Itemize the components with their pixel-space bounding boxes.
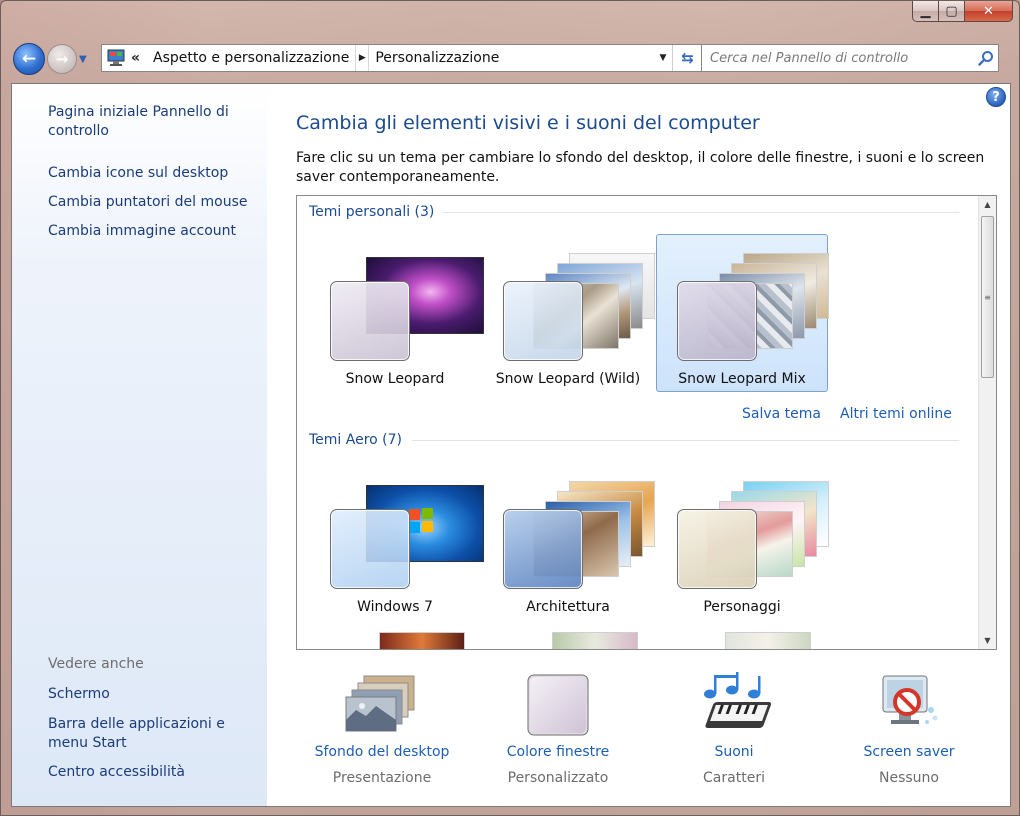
theme-snow-leopard[interactable]: Snow Leopard — [309, 234, 484, 392]
window-color-icon — [518, 670, 598, 740]
sidebar-link-account-picture[interactable]: Cambia immagine account — [48, 222, 258, 241]
option-value: Presentazione — [332, 770, 432, 786]
save-theme-link[interactable]: Salva tema — [742, 406, 821, 422]
back-button[interactable]: ← — [13, 43, 45, 75]
themes-scrollbar[interactable]: ▲ ≡ ▼ — [978, 196, 996, 649]
search-input[interactable] — [710, 46, 974, 70]
theme-thumbnail-peek — [379, 632, 465, 649]
sidebar-link-display[interactable]: Schermo — [48, 685, 258, 704]
sidebar-link-mouse-pointers[interactable]: Cambia puntatori del mouse — [48, 193, 258, 212]
scroll-up-arrow[interactable]: ▲ — [979, 196, 996, 213]
search-icon[interactable] — [974, 50, 998, 66]
theme-thumbnail — [326, 473, 484, 598]
theme-label: Snow Leopard (Wild) — [495, 371, 641, 387]
control-panel-icon — [105, 48, 129, 68]
windows-logo-icon — [409, 508, 433, 533]
group-header-label: Temi Aero (7) — [309, 432, 403, 448]
theme-thumbnail — [673, 473, 829, 598]
online-themes-link[interactable]: Altri temi online — [840, 406, 952, 422]
address-overflow-button[interactable]: « — [131, 50, 147, 66]
screen-saver-icon — [869, 670, 949, 740]
refresh-icon: ⇆ — [681, 49, 694, 67]
scroll-down-arrow[interactable]: ▼ — [979, 632, 996, 649]
theme-thumbnail — [326, 245, 484, 370]
theme-snow-leopard-wild[interactable]: Snow Leopard (Wild) — [482, 234, 655, 392]
theme-label: Architettura — [526, 599, 610, 615]
address-history-dropdown[interactable]: ▼ — [654, 53, 672, 63]
theme-label: Snow Leopard — [345, 371, 445, 387]
group-header-aero-themes: Temi Aero (7) — [309, 432, 959, 448]
chevron-down-icon: ▼ — [79, 53, 87, 65]
see-also-title: Vedere anche — [48, 656, 144, 672]
option-name[interactable]: Sfondo del desktop — [292, 744, 472, 760]
theme-label: Personaggi — [703, 599, 781, 615]
refresh-button[interactable]: ⇆ — [672, 45, 702, 71]
personalization-window: ▁ ▢ ✕ ← → ▼ « Aspetto e personalizzazion… — [0, 0, 1020, 816]
chevron-down-icon: ▼ — [659, 53, 667, 63]
theme-thumbnail — [673, 245, 829, 370]
sidebar-link-desktop-icons[interactable]: Cambia icone sul desktop — [48, 164, 258, 183]
theme-thumbnail-peek — [552, 632, 638, 649]
theme-thumbnail-peek — [725, 632, 811, 649]
sounds-icon — [694, 670, 774, 740]
arrow-right-icon: → — [55, 50, 69, 68]
desktop-background-icon — [342, 670, 422, 740]
option-name[interactable]: Colore finestre — [468, 744, 648, 760]
option-value: Personalizzato — [507, 770, 609, 786]
group-header-my-themes: Temi personali (3) — [309, 204, 959, 220]
minimize-button[interactable]: ▁ — [912, 1, 939, 22]
close-button[interactable]: ✕ — [965, 1, 1013, 22]
theme-label: Windows 7 — [357, 599, 433, 615]
option-screen-saver[interactable]: Screen saver Nessuno — [819, 670, 999, 790]
themes-list[interactable]: Temi personali (3) Snow Leopard Snow Leo… — [296, 195, 997, 650]
page-title: Cambia gli elementi visivi e i suoni del… — [296, 112, 760, 134]
option-name[interactable]: Screen saver — [819, 744, 999, 760]
search-box[interactable] — [701, 44, 999, 72]
theme-architecture[interactable]: Architettura — [482, 462, 655, 620]
theme-label: Snow Leopard Mix — [678, 371, 806, 387]
breadcrumb-separator-arrow[interactable]: ▶ — [355, 45, 370, 71]
address-bar[interactable]: « Aspetto e personalizzazione ▶ Personal… — [101, 44, 703, 72]
task-sidebar: Pagina iniziale Pannello di controllo Ca… — [12, 84, 267, 806]
window-caption-buttons: ▁ ▢ ✕ — [912, 1, 1013, 23]
group-header-label: Temi personali (3) — [309, 204, 435, 220]
forward-button[interactable]: → — [47, 44, 77, 74]
recent-pages-dropdown[interactable]: ▼ — [79, 54, 93, 65]
breadcrumb-appearance[interactable]: Aspetto e personalizzazione — [147, 45, 355, 71]
sidebar-link-ease-of-access[interactable]: Centro accessibilità — [48, 763, 258, 782]
theme-windows-7[interactable]: Windows 7 — [309, 462, 484, 620]
help-icon[interactable]: ? — [986, 87, 1006, 107]
maximize-button[interactable]: ▢ — [939, 1, 965, 22]
chevron-right-icon: ▶ — [358, 53, 366, 63]
theme-thumbnail — [499, 473, 655, 598]
sidebar-link-control-panel-home[interactable]: Pagina iniziale Pannello di controllo — [48, 103, 258, 141]
option-value: Nessuno — [879, 770, 939, 786]
sidebar-link-taskbar-start[interactable]: Barra delle applicazioni e menu Start — [48, 715, 258, 753]
option-desktop-background[interactable]: Sfondo del desktop Presentazione — [292, 670, 472, 790]
content-area: Pagina iniziale Pannello di controllo Ca… — [11, 83, 1011, 807]
option-window-color[interactable]: Colore finestre Personalizzato — [468, 670, 648, 790]
theme-characters[interactable]: Personaggi — [656, 462, 829, 620]
scroll-thumb[interactable]: ≡ — [981, 216, 994, 378]
option-name[interactable]: Suoni — [644, 744, 824, 760]
option-value: Caratteri — [703, 770, 765, 786]
navigation-bar: ← → ▼ « Aspetto e personalizzazione ▶ Pe… — [13, 41, 1009, 77]
breadcrumb-personalization[interactable]: Personalizzazione — [369, 45, 505, 71]
option-sounds[interactable]: Suoni Caratteri — [644, 670, 824, 790]
theme-thumbnail — [499, 245, 655, 370]
arrow-left-icon: ← — [21, 49, 37, 69]
page-description: Fare clic su un tema per cambiare lo sfo… — [296, 150, 985, 185]
theme-snow-leopard-mix[interactable]: Snow Leopard Mix — [656, 234, 829, 392]
